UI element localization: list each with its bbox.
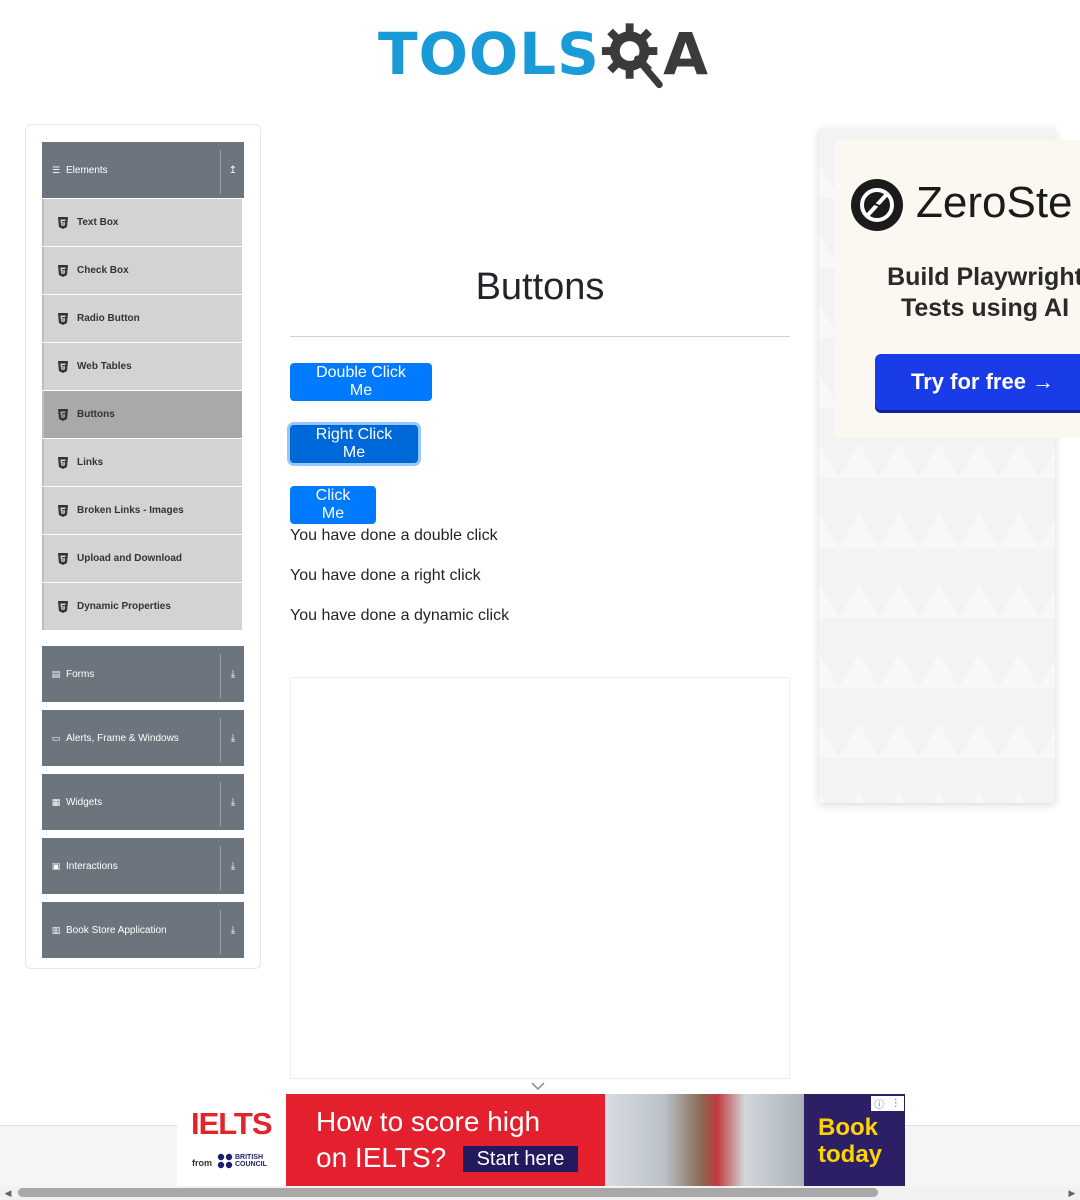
right-click-button[interactable]: Right Click Me <box>290 425 418 463</box>
expand-arrow-icon[interactable]: ⤓ <box>224 774 242 830</box>
group-interactions[interactable]: ▣ Interactions ⤓ <box>42 838 244 894</box>
ielts-photo <box>605 1094 805 1186</box>
start-here-button[interactable]: Start here <box>463 1146 578 1172</box>
zerostep-brand: ZeroSte <box>916 178 1073 227</box>
menu-item-broken-links[interactable]: Broken Links - Images <box>42 487 242 534</box>
scroll-left-arrow-icon[interactable]: ◀ <box>2 1187 14 1199</box>
group-label: Alerts, Frame & Windows <box>66 732 179 744</box>
menu-item-label: Broken Links - Images <box>77 505 184 516</box>
menu-item-label: Links <box>77 457 104 468</box>
tagline-line-2: Tests using AI <box>900 294 1070 322</box>
zerostep-logo-icon <box>851 179 903 231</box>
window-icon: ▭ <box>51 732 61 743</box>
collapse-arrow-icon[interactable]: ↥ <box>224 142 242 198</box>
title-divider <box>290 336 790 337</box>
gear-magnifier-icon <box>601 23 663 89</box>
group-book-store[interactable]: ▥ Book Store Application ⤓ <box>42 902 244 958</box>
group-label: Forms <box>66 668 95 680</box>
elements-menu: Text Box Check Box Radio Button Web Tabl… <box>42 199 242 631</box>
html5-icon <box>58 264 68 277</box>
ielts-headline-1: How to score high <box>316 1106 541 1137</box>
double-click-message: You have done a double click <box>290 527 498 544</box>
group-label: Interactions <box>66 860 118 872</box>
ad-placeholder <box>290 677 790 1079</box>
expand-arrow-icon[interactable]: ⤓ <box>224 646 242 702</box>
council-line-2: COUNCIL <box>235 1161 267 1168</box>
html5-icon <box>58 600 68 613</box>
expand-arrow-icon[interactable]: ⤓ <box>224 838 242 894</box>
html5-icon <box>58 456 68 469</box>
scrollbar-thumb[interactable] <box>18 1188 878 1197</box>
html5-icon <box>58 504 68 517</box>
page-title: Buttons <box>475 266 605 308</box>
html5-icon <box>58 216 68 229</box>
divider <box>220 910 221 954</box>
divider <box>220 654 221 698</box>
menu-dots-icon[interactable]: ⋮ <box>891 1098 901 1109</box>
chevron-down-icon[interactable] <box>531 1081 545 1091</box>
click-me-button[interactable]: Click Me <box>290 486 376 524</box>
left-sidebar: ☰ Elements ↥ Text Box Check Box Radio Bu… <box>25 124 261 969</box>
html5-icon <box>58 312 68 325</box>
group-elements[interactable]: ☰ Elements ↥ <box>42 142 244 198</box>
ielts-from-text: from <box>192 1158 212 1168</box>
council-line-1: BRITISH <box>235 1154 263 1161</box>
ielts-headline-2: on IELTS? <box>316 1142 447 1173</box>
dynamic-click-message: You have done a dynamic click <box>290 607 510 624</box>
hamburger-icon: ☰ <box>51 164 61 175</box>
divider <box>220 150 221 194</box>
tagline-line-1: Build Playwright <box>887 263 1080 291</box>
adchoices-badge[interactable]: ⓘ ⋮ <box>871 1096 904 1111</box>
expand-arrow-icon[interactable]: ⤓ <box>224 902 242 958</box>
divider <box>220 782 221 826</box>
menu-item-label: Text Box <box>77 217 119 228</box>
form-icon: ▤ <box>51 668 61 679</box>
book-icon: ▥ <box>51 924 61 935</box>
book-today-text: Book today <box>818 1114 882 1168</box>
logo-text-end: A <box>663 20 708 88</box>
group-label: Book Store Application <box>66 924 167 936</box>
menu-item-label: Web Tables <box>77 361 132 372</box>
menu-item-dynamic-properties[interactable]: Dynamic Properties <box>42 583 242 630</box>
menu-item-upload-download[interactable]: Upload and Download <box>42 535 242 582</box>
divider <box>220 718 221 762</box>
group-label: Widgets <box>66 796 103 808</box>
scroll-right-arrow-icon[interactable]: ▶ <box>1066 1187 1078 1199</box>
group-forms[interactable]: ▤ Forms ⤓ <box>42 646 244 702</box>
try-for-free-button[interactable]: Try for free → <box>875 354 1080 410</box>
menu-item-label: Check Box <box>77 265 129 276</box>
menu-item-buttons[interactable]: Buttons <box>42 391 242 438</box>
info-icon[interactable]: ⓘ <box>874 1096 884 1111</box>
toolsqa-logo[interactable]: TOOLS A <box>378 14 708 94</box>
book-line-2: today <box>818 1141 883 1168</box>
menu-item-text-box[interactable]: Text Box <box>42 199 242 246</box>
menu-item-radio-button[interactable]: Radio Button <box>42 295 242 342</box>
page: TOOLS A ☰ Elements ↥ Text Box Check Box … <box>0 0 1080 1200</box>
group-widgets[interactable]: ▦ Widgets ⤓ <box>42 774 244 830</box>
menu-item-label: Upload and Download <box>77 553 182 564</box>
ielts-logo: IELTS <box>191 1106 273 1141</box>
interactions-icon: ▣ <box>51 860 61 871</box>
menu-item-label: Buttons <box>77 409 115 420</box>
menu-item-label: Radio Button <box>77 313 140 324</box>
logo-text: TOOLS <box>378 20 600 88</box>
menu-item-web-tables[interactable]: Web Tables <box>42 343 242 390</box>
html5-icon <box>58 360 68 373</box>
double-click-button[interactable]: Double Click Me <box>290 363 432 401</box>
menu-item-links[interactable]: Links <box>42 439 242 486</box>
group-alerts-frame-windows[interactable]: ▭ Alerts, Frame & Windows ⤓ <box>42 710 244 766</box>
group-label: Elements <box>66 164 108 176</box>
british-council-icon <box>217 1153 233 1169</box>
expand-arrow-icon[interactable]: ⤓ <box>224 710 242 766</box>
right-click-message: You have done a right click <box>290 567 481 584</box>
menu-item-label: Dynamic Properties <box>77 601 171 612</box>
menu-item-check-box[interactable]: Check Box <box>42 247 242 294</box>
book-line-1: Book <box>818 1114 878 1141</box>
british-council-text: BRITISH COUNCIL <box>235 1154 267 1168</box>
html5-icon <box>58 552 68 565</box>
zerostep-tagline: Build Playwright Tests using AI <box>860 262 1080 324</box>
html5-icon <box>58 408 68 421</box>
widgets-icon: ▦ <box>51 796 61 807</box>
divider <box>220 846 221 890</box>
